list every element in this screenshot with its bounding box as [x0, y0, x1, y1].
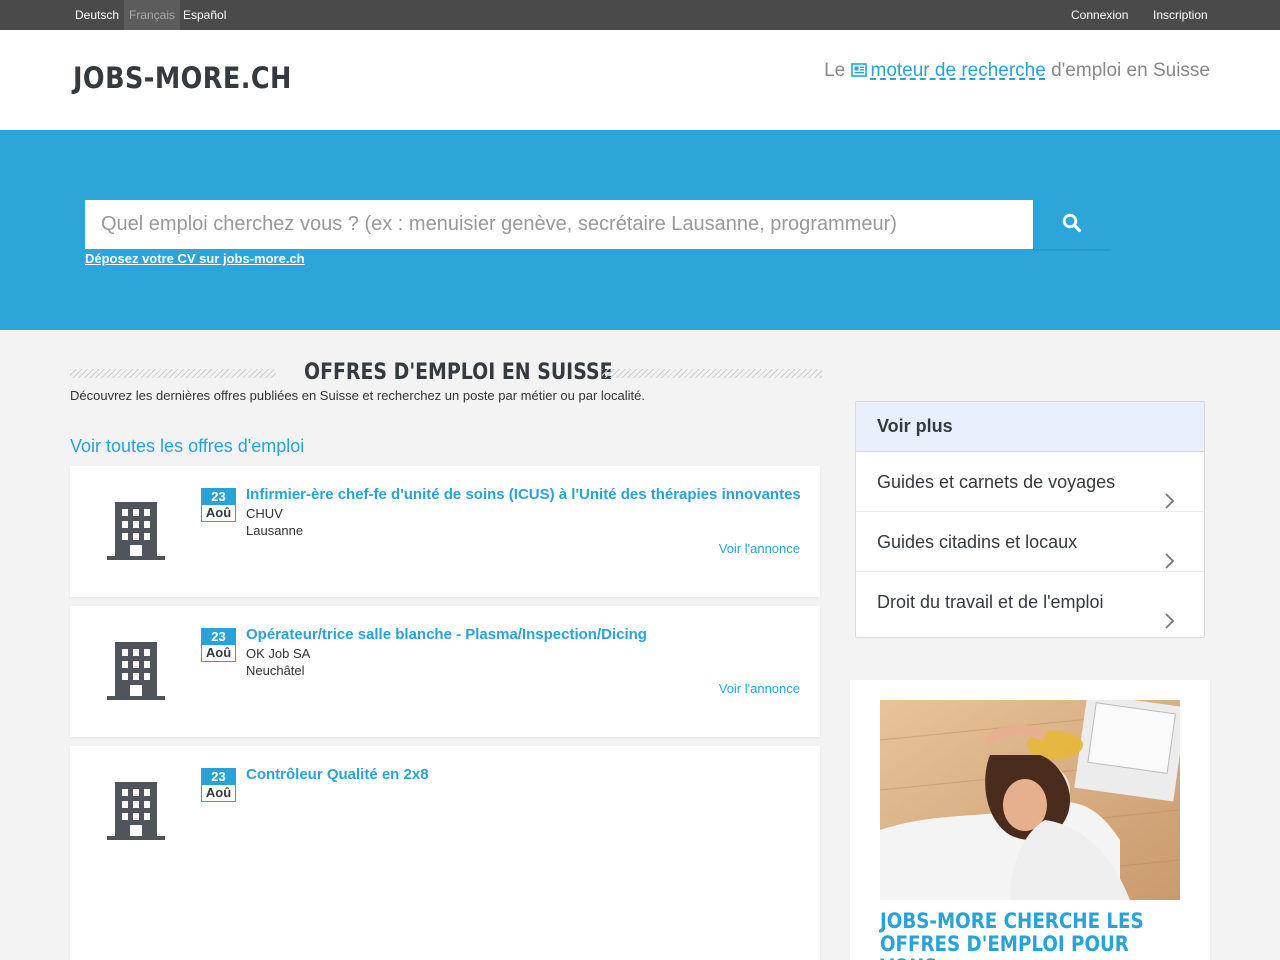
date-day: 23	[202, 769, 235, 785]
signup-link[interactable]: Inscription	[1153, 0, 1208, 30]
all-offers-link[interactable]: Voir toutes les offres d'emploi	[70, 436, 304, 457]
date-day: 23	[202, 489, 235, 505]
search-engine-link[interactable]: moteur de recherche	[871, 60, 1046, 81]
job-search-input[interactable]	[85, 200, 1033, 249]
page-title: OFFRES D'EMPLOI EN SUISSE	[304, 360, 613, 385]
job-location: Neuchâtel	[246, 663, 305, 678]
job-card[interactable]: 23 Aoû Infirmier-ère chef-fe d'unité de …	[70, 466, 820, 597]
sidebar-item-travel-guides[interactable]: Guides et carnets de voyages	[856, 452, 1204, 512]
tagline: Le moteur de recherche d'emploi en Suiss…	[824, 60, 1210, 83]
view-job-link[interactable]: Voir l'annonce	[719, 541, 800, 556]
language-deutsch[interactable]: Deutsch	[70, 0, 124, 30]
building-icon	[107, 502, 165, 565]
tagline-prefix: Le	[824, 60, 846, 81]
section-header: OFFRES D'EMPLOI EN SUISSE	[70, 360, 822, 386]
upload-cv-link[interactable]: Déposez votre CV sur jobs-more.ch	[85, 251, 305, 266]
sidebar-item-label: Droit du travail et de l'emploi	[877, 592, 1104, 612]
tagline-suffix: d'emploi en Suisse	[1051, 60, 1210, 81]
divider-stripe-left	[70, 369, 276, 378]
promo-title: JOBS-MORE CHERCHE LES OFFRES D'EMPLOI PO…	[880, 909, 1144, 960]
language-espanol[interactable]: Español	[178, 0, 231, 30]
date-badge: 23 Aoû	[201, 488, 236, 522]
promo-box: JOBS-MORE CHERCHE LES OFFRES D'EMPLOI PO…	[850, 680, 1210, 960]
job-card[interactable]: 23 Aoû Opérateur/trice salle blanche - P…	[70, 606, 820, 737]
sidebar-item-labor-law[interactable]: Droit du travail et de l'emploi	[856, 572, 1204, 632]
date-month: Aoû	[205, 785, 232, 800]
job-location: Lausanne	[246, 523, 304, 538]
see-more-panel: Voir plus Guides et carnets de voyages G…	[855, 401, 1205, 638]
job-company: CHUV	[246, 506, 283, 521]
building-icon	[107, 642, 165, 705]
date-badge: 23 Aoû	[201, 768, 236, 802]
section-description: Découvrez les dernières offres publiées …	[70, 388, 645, 403]
sidebar-item-label: Guides et carnets de voyages	[877, 472, 1116, 492]
site-logo[interactable]: JOBS-MORE.CH	[73, 61, 292, 95]
job-title-link[interactable]: Infirmier-ère chef-fe d'unité de soins (…	[246, 486, 801, 503]
search-hero: Déposez votre CV sur jobs-more.ch	[0, 130, 1280, 330]
view-job-link[interactable]: Voir l'annonce	[719, 681, 800, 696]
date-day: 23	[202, 629, 235, 645]
chevron-right-icon	[1164, 593, 1175, 653]
building-icon	[107, 782, 165, 845]
top-bar: Deutsch Français Español Connexion Inscr…	[0, 0, 1280, 30]
job-title-link[interactable]: Contrôleur Qualité en 2x8	[246, 766, 429, 783]
job-card[interactable]: 23 Aoû Contrôleur Qualité en 2x8	[70, 746, 820, 960]
job-company: OK Job SA	[246, 646, 311, 661]
login-link[interactable]: Connexion	[1071, 0, 1128, 30]
language-francais[interactable]: Français	[124, 0, 181, 30]
date-month: Aoû	[205, 645, 232, 660]
site-header: JOBS-MORE.CH Le moteur de recherche d'em…	[0, 30, 1280, 130]
search-button[interactable]	[1033, 200, 1110, 249]
job-title-link[interactable]: Opérateur/trice salle blanche - Plasma/I…	[246, 626, 647, 643]
newspaper-icon	[850, 61, 867, 83]
search-icon	[1062, 213, 1082, 236]
promo-image	[880, 700, 1180, 900]
see-more-header: Voir plus	[856, 402, 1204, 452]
divider-stripe-right	[602, 369, 822, 378]
date-badge: 23 Aoû	[201, 628, 236, 662]
sidebar-item-city-guides[interactable]: Guides citadins et locaux	[856, 512, 1204, 572]
date-month: Aoû	[205, 505, 232, 520]
sidebar-item-label: Guides citadins et locaux	[877, 532, 1078, 552]
